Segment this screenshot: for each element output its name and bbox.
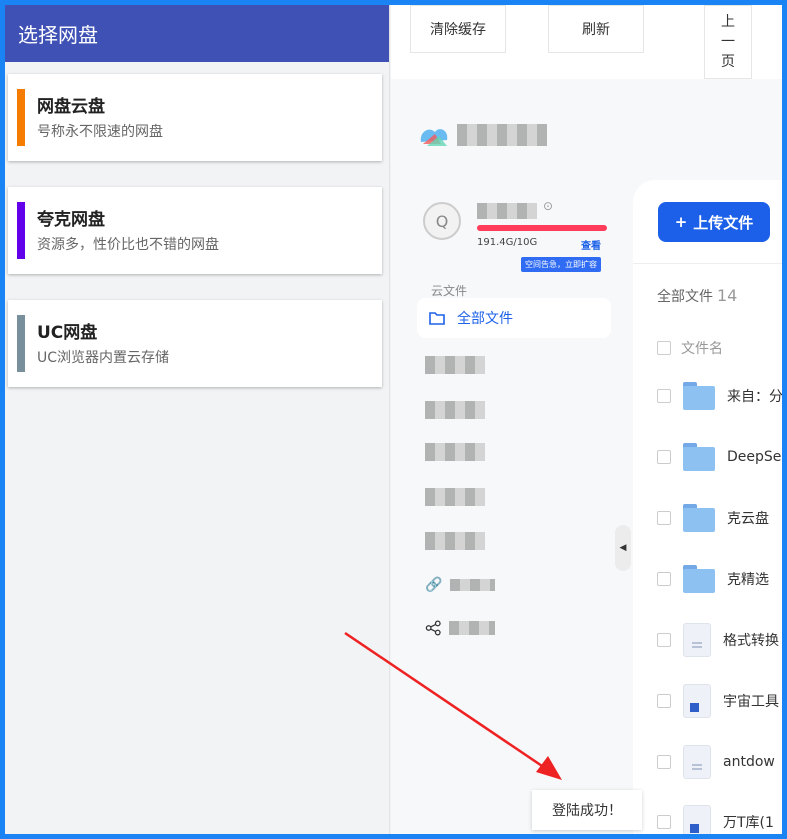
- executable-icon: [683, 684, 711, 718]
- drive-item-quark[interactable]: 夸克网盘 资源多，性价比也不错的网盘: [8, 187, 382, 274]
- file-name: 万T库(1: [723, 815, 774, 831]
- folder-icon: [683, 382, 715, 410]
- vip-icon: ⊙: [543, 199, 554, 213]
- row-checkbox[interactable]: [657, 694, 671, 708]
- row-checkbox[interactable]: [657, 755, 671, 769]
- link-icon: 🔗: [425, 577, 443, 593]
- document-icon: [683, 623, 711, 657]
- nav-item-3[interactable]: [425, 442, 495, 462]
- row-checkbox[interactable]: [657, 389, 671, 403]
- prev-page-char: 一: [721, 34, 735, 50]
- refresh-button[interactable]: 刷新: [548, 5, 644, 53]
- nav-item-1[interactable]: [425, 355, 495, 375]
- row-checkbox[interactable]: [657, 511, 671, 525]
- quota-view-link[interactable]: 查看: [581, 237, 601, 252]
- file-row[interactable]: 万T库(1: [657, 802, 782, 834]
- row-checkbox[interactable]: [657, 815, 671, 829]
- file-row[interactable]: 克精选: [657, 559, 782, 599]
- nav-item-share[interactable]: [425, 618, 495, 638]
- quota-text: 191.4G/10G: [477, 237, 538, 248]
- drawer-title: 选择网盘: [5, 5, 389, 62]
- column-header: 文件名: [657, 338, 723, 358]
- file-row[interactable]: 克云盘: [657, 498, 782, 538]
- drive-name: UC网盘: [37, 322, 98, 343]
- nav-redacted: [425, 443, 485, 461]
- file-row[interactable]: 来自：分: [657, 376, 782, 416]
- file-name: 克云盘: [727, 511, 769, 527]
- nav-redacted: [425, 401, 485, 419]
- file-name: 来自：分: [727, 389, 782, 405]
- prev-page-char: 页: [721, 54, 735, 70]
- drive-desc: 资源多，性价比也不错的网盘: [37, 236, 219, 253]
- toolbar: 清除缓存 刷新 上 一 页: [391, 5, 782, 79]
- document-icon: [683, 745, 711, 779]
- folder-outline-icon: [429, 312, 445, 325]
- file-name: 格式转换: [723, 633, 779, 649]
- file-name: DeepSe: [727, 449, 782, 465]
- row-checkbox[interactable]: [657, 572, 671, 586]
- nav-redacted: [425, 488, 485, 506]
- drive-item-baidu[interactable]: 网盘云盘 号称永不限速的网盘: [8, 74, 382, 161]
- nav-redacted: [425, 356, 485, 374]
- column-filename: 文件名: [681, 341, 723, 357]
- folder-icon: [683, 443, 715, 471]
- drive-color-bar: [17, 315, 25, 372]
- file-name: 克精选: [727, 572, 769, 588]
- row-checkbox[interactable]: [657, 450, 671, 464]
- login-success-toast: 登陆成功！: [532, 790, 642, 830]
- plus-icon: +: [674, 213, 688, 231]
- user-avatar[interactable]: Q: [423, 202, 461, 240]
- all-files-label: 全部文件: [657, 289, 713, 305]
- drive-desc: 号称永不限速的网盘: [37, 123, 163, 140]
- drive-name: 夸克网盘: [37, 209, 105, 230]
- drive-color-bar: [17, 202, 25, 259]
- all-files-heading: 全部文件 14: [657, 286, 737, 306]
- file-name: antdow: [723, 754, 775, 770]
- drive-color-bar: [17, 89, 25, 146]
- row-checkbox[interactable]: [657, 633, 671, 647]
- upload-label: 上传文件: [693, 213, 754, 232]
- file-row[interactable]: 宇宙工具: [657, 681, 782, 721]
- site-name-redacted: [457, 124, 547, 146]
- share-icon: [425, 620, 441, 636]
- nav-label: 全部文件: [457, 311, 513, 327]
- nav-redacted: [449, 621, 495, 635]
- nav-item-5[interactable]: [425, 531, 495, 551]
- nav-item-link[interactable]: 🔗: [425, 575, 495, 595]
- nav-item-4[interactable]: [425, 487, 495, 507]
- divider: [633, 263, 782, 264]
- executable-icon: [683, 805, 711, 834]
- upload-button[interactable]: + 上传文件: [658, 202, 770, 242]
- file-row[interactable]: DeepSe: [657, 437, 782, 477]
- username-redacted: [477, 203, 537, 219]
- folder-icon: [683, 565, 715, 593]
- collapse-sidebar-button[interactable]: ◀: [615, 525, 631, 571]
- nav-all-files[interactable]: 全部文件: [417, 298, 611, 338]
- cloud-drive-drawer: 选择网盘 网盘云盘 号称永不限速的网盘 夸克网盘 资源多，性价比也不错的网盘 U…: [5, 5, 390, 834]
- nav-redacted: [450, 579, 495, 591]
- cloud-logo-icon: [420, 129, 448, 146]
- drive-desc: UC浏览器内置云存储: [37, 349, 170, 366]
- section-label: 云文件: [431, 284, 468, 298]
- quota-progress: [477, 225, 607, 231]
- folder-icon: [683, 504, 715, 532]
- clear-cache-button[interactable]: 清除缓存: [410, 5, 506, 53]
- file-row[interactable]: 格式转换: [657, 620, 782, 660]
- file-name: 宇宙工具: [723, 694, 779, 710]
- nav-item-2[interactable]: [425, 400, 495, 420]
- web-view: 清除缓存 刷新 上 一 页 Q ⊙ 191.4G/10G 查看 空间告急，立即扩…: [391, 5, 782, 834]
- prev-page-button[interactable]: 上 一 页: [704, 5, 752, 79]
- drive-name: 网盘云盘: [37, 96, 105, 117]
- site-logo[interactable]: [417, 120, 547, 150]
- nav-redacted: [425, 532, 485, 550]
- select-all-checkbox[interactable]: [657, 341, 671, 355]
- drive-item-uc[interactable]: UC网盘 UC浏览器内置云存储: [8, 300, 382, 387]
- file-panel: + 上传文件 全部文件 14 文件名 来自：分 DeepSe 克云盘 克精选 格…: [633, 180, 782, 834]
- file-row[interactable]: antdow: [657, 742, 782, 782]
- file-count: 14: [717, 286, 738, 305]
- prev-page-char: 上: [721, 14, 735, 30]
- expand-storage-tag[interactable]: 空间告急，立即扩容: [521, 257, 601, 272]
